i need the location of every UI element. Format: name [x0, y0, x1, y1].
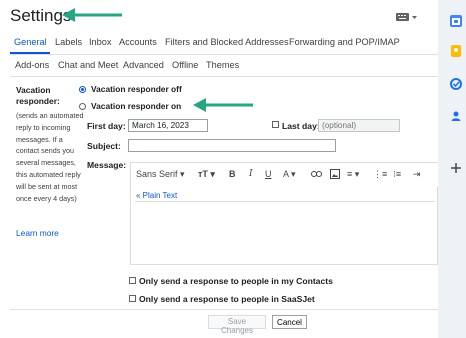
- tab-labels[interactable]: Labels: [55, 37, 82, 47]
- tab-inbox[interactable]: Inbox: [89, 37, 111, 47]
- last-day-label: Last day:: [282, 121, 320, 131]
- tabs-divider-2: [10, 76, 438, 77]
- vacation-off-radio[interactable]: [79, 86, 86, 93]
- footer-divider: [10, 309, 438, 310]
- last-day-checkbox[interactable]: [272, 121, 279, 128]
- bold-icon[interactable]: B: [229, 169, 236, 179]
- indent-icon[interactable]: ⇥: [413, 169, 421, 180]
- formatting-toolbar: Sans Serif ▾ тT ▾ B I U A ▾ ≡ ▾ ⋮≡ ⁝≡ ⇥: [131, 163, 438, 187]
- learn-more-link[interactable]: Learn more: [16, 228, 59, 238]
- first-day-input[interactable]: [128, 119, 208, 132]
- vacation-off-label[interactable]: Vacation responder off: [91, 84, 182, 94]
- italic-icon[interactable]: I: [249, 169, 253, 179]
- settings-panel: Settings General Labels Inbox Accounts F…: [0, 0, 438, 338]
- image-icon[interactable]: [330, 169, 340, 179]
- contacts-icon[interactable]: [450, 110, 462, 122]
- vacation-on-label[interactable]: Vacation responder on: [91, 101, 181, 111]
- org-only-label[interactable]: Only send a response to people in SaaSJe…: [139, 294, 315, 304]
- save-changes-button[interactable]: Save Changes: [208, 315, 266, 335]
- message-label: Message:: [87, 160, 127, 170]
- cancel-button[interactable]: Cancel: [272, 315, 307, 329]
- tab-advanced[interactable]: Advanced: [123, 60, 164, 70]
- tab-themes[interactable]: Themes: [206, 60, 239, 70]
- tab-forwarding[interactable]: Forwarding and POP/IMAP: [289, 37, 400, 47]
- tab-offline[interactable]: Offline: [172, 60, 198, 70]
- tab-filters[interactable]: Filters and Blocked Addresses: [165, 37, 289, 47]
- font-family-select[interactable]: Sans Serif ▾: [136, 169, 185, 180]
- tab-accounts[interactable]: Accounts: [119, 37, 157, 47]
- keyboard-icon[interactable]: [396, 12, 418, 22]
- message-body[interactable]: [135, 201, 435, 261]
- vacation-responder-label: Vacation responder:: [16, 85, 60, 106]
- font-family-label: Sans Serif: [136, 169, 178, 179]
- keep-icon[interactable]: [450, 45, 462, 57]
- last-day-input[interactable]: [318, 119, 400, 132]
- subject-label: Subject:: [87, 141, 121, 151]
- contacts-only-checkbox[interactable]: [129, 277, 136, 284]
- tab-addons[interactable]: Add-ons: [15, 60, 49, 70]
- align-icon[interactable]: ≡ ▾: [347, 169, 359, 180]
- tasks-icon[interactable]: [450, 78, 462, 90]
- first-day-label: First day:: [87, 121, 126, 131]
- underline-icon[interactable]: U: [265, 169, 272, 179]
- message-editor: Sans Serif ▾ тT ▾ B I U A ▾ ≡ ▾ ⋮≡ ⁝≡ ⇥ …: [130, 162, 438, 265]
- calendar-icon[interactable]: [450, 15, 462, 27]
- annotation-arrow-2: [193, 98, 253, 112]
- tab-chat-meet[interactable]: Chat and Meet: [58, 60, 118, 70]
- contacts-only-label[interactable]: Only send a response to people in my Con…: [139, 276, 333, 286]
- annotation-arrow: [62, 8, 122, 22]
- tab-general[interactable]: General: [14, 37, 47, 47]
- add-app-icon[interactable]: [450, 162, 462, 174]
- tabs-divider: [10, 54, 438, 55]
- org-only-checkbox[interactable]: [129, 295, 136, 302]
- link-icon[interactable]: [311, 170, 322, 178]
- vacation-on-radio[interactable]: [79, 103, 86, 110]
- subject-input[interactable]: [128, 139, 336, 152]
- text-color-icon[interactable]: A ▾: [283, 169, 296, 180]
- vacation-help-text: (sends an automated reply to incoming me…: [16, 111, 84, 203]
- font-size-icon[interactable]: тT ▾: [198, 169, 215, 180]
- plain-text-link[interactable]: « Plain Text: [136, 191, 177, 200]
- bulleted-list-icon[interactable]: ⁝≡: [393, 169, 401, 180]
- numbered-list-icon[interactable]: ⋮≡: [373, 169, 387, 180]
